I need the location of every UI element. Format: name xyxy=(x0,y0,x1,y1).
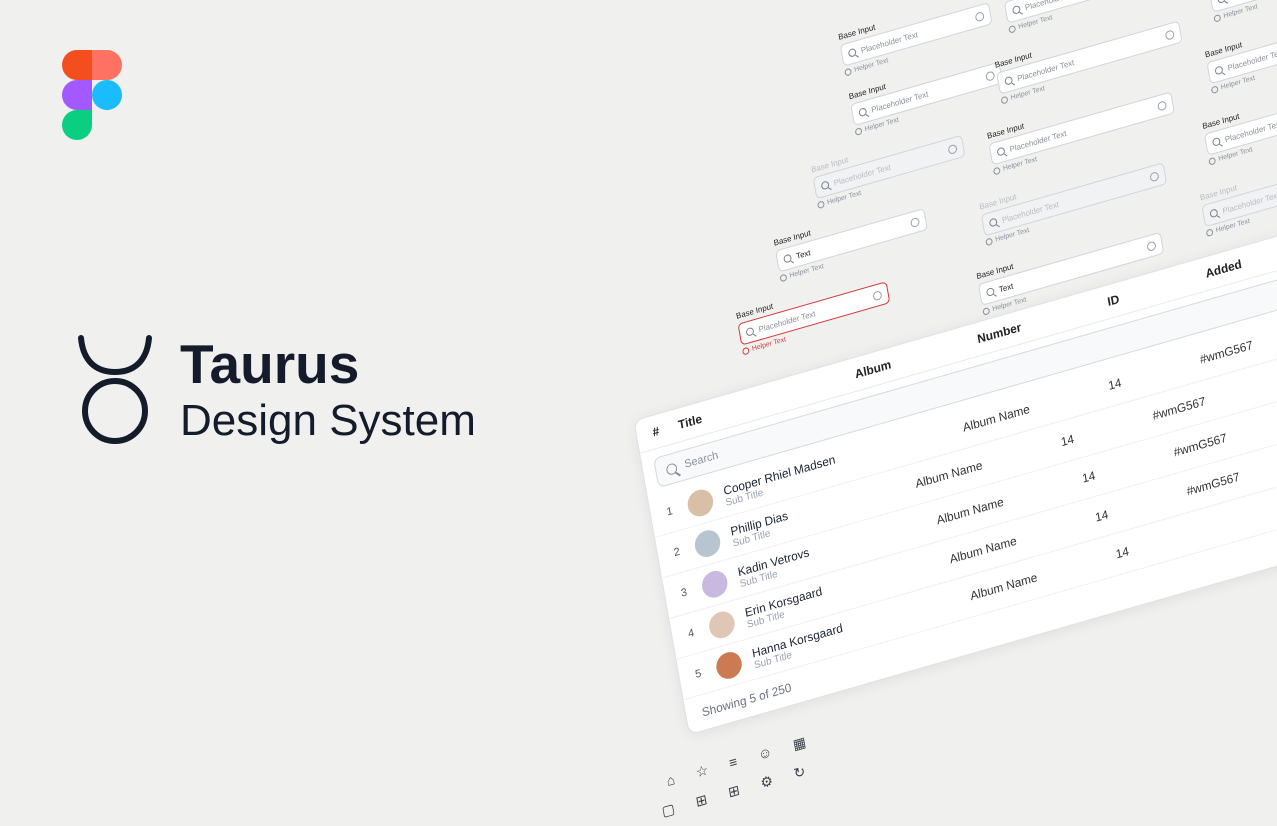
row-album: Album Name xyxy=(962,402,1031,435)
eye-icon xyxy=(1149,171,1159,182)
hero-title: Taurus xyxy=(180,336,476,394)
menu-icon: ≡ xyxy=(728,753,739,772)
row-number: 14 xyxy=(1115,544,1130,562)
base-input-disabled: Base Input Placeholder Text Helper Text xyxy=(811,123,968,209)
row-number: 14 xyxy=(1060,432,1075,450)
row-index: 5 xyxy=(694,666,706,681)
row-index: 4 xyxy=(687,626,699,641)
home-icon: ⌂ xyxy=(665,771,676,790)
row-id: #wmG567 xyxy=(1199,338,1254,367)
smile-icon: ☺ xyxy=(757,743,774,764)
settings-icon: ⚙ xyxy=(759,772,774,792)
avatar xyxy=(686,487,716,520)
eye-icon xyxy=(910,216,920,227)
search-icon xyxy=(858,107,867,117)
grid-icon: ⊞ xyxy=(694,791,708,811)
row-number: 14 xyxy=(1081,468,1096,486)
data-table: # Title Album Number ID Added Downloads … xyxy=(633,161,1277,735)
avatar xyxy=(707,608,737,641)
search-icon xyxy=(848,48,857,58)
base-input-error[interactable]: Base Input Placeholder Text Helper Text xyxy=(735,269,892,355)
search-icon xyxy=(1217,0,1226,4)
row-id: #wmG567 xyxy=(1151,394,1206,423)
eye-icon xyxy=(985,70,995,81)
eye-icon xyxy=(1165,29,1175,40)
refresh-icon: ↻ xyxy=(792,763,806,783)
search-icon xyxy=(1214,65,1223,75)
search-icon xyxy=(1209,208,1218,218)
avatar xyxy=(700,568,730,601)
taurus-icon xyxy=(76,335,154,447)
row-index: 2 xyxy=(673,545,685,560)
avatar xyxy=(693,527,723,560)
search-icon xyxy=(996,147,1005,157)
eye-icon xyxy=(1157,100,1167,111)
avatar xyxy=(714,649,744,682)
search-icon xyxy=(745,327,754,337)
eye-icon xyxy=(975,11,985,22)
hero-subtitle: Design System xyxy=(180,396,476,446)
base-input[interactable]: Base Input Placeholder Text Helper Text xyxy=(1207,0,1277,23)
star-icon: ☆ xyxy=(695,761,710,781)
search-icon xyxy=(1004,76,1013,86)
search-icon xyxy=(783,253,792,263)
row-album: Album Name xyxy=(936,495,1005,528)
figma-logo xyxy=(62,50,122,145)
hero-title-block: Taurus Design System xyxy=(76,335,476,447)
grid-icon: ⊞ xyxy=(727,781,741,801)
row-album: Album Name xyxy=(969,570,1038,603)
search-icon xyxy=(1012,5,1021,15)
row-index: 1 xyxy=(666,504,678,519)
design-system-preview: #FFFFFF100 #080808 #4F1823400 #CE1B22200… xyxy=(560,0,1277,826)
row-number: 14 xyxy=(1107,375,1122,393)
row-album: Album Name xyxy=(949,533,1018,566)
row-album: Album Name xyxy=(914,458,983,491)
base-input[interactable]: Base Input Text Helper Text xyxy=(773,196,930,282)
row-number: 14 xyxy=(1094,507,1109,525)
row-id: #wmG567 xyxy=(1173,431,1228,460)
eye-icon xyxy=(872,290,882,301)
search-icon xyxy=(665,462,677,476)
row-id: #wmG567 xyxy=(1186,469,1241,498)
row-index: 3 xyxy=(680,585,692,600)
square-icon: ▢ xyxy=(661,800,677,820)
search-icon xyxy=(821,180,830,190)
eye-icon xyxy=(1146,240,1156,251)
grid-icon: ▦ xyxy=(792,733,808,753)
search-icon xyxy=(989,217,998,227)
eye-icon xyxy=(947,143,957,154)
search-icon xyxy=(1212,137,1221,147)
search-icon xyxy=(986,287,995,297)
